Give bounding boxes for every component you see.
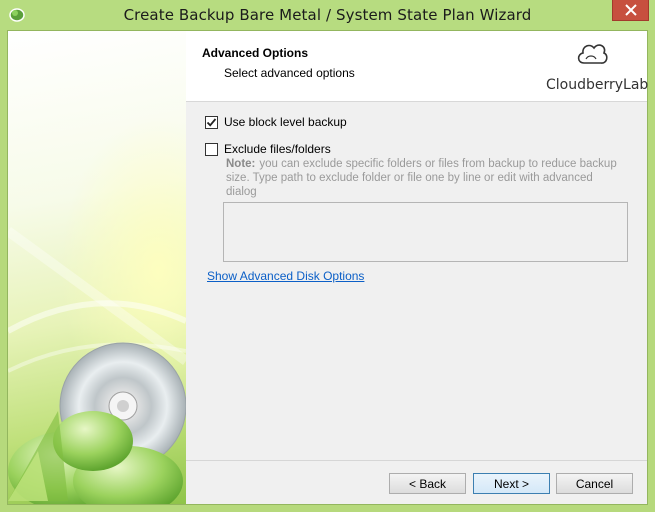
exclude-option[interactable]: Exclude files/folders bbox=[205, 142, 331, 156]
wizard-header: Advanced Options Select advanced options… bbox=[186, 31, 649, 102]
cancel-button[interactable]: Cancel bbox=[556, 473, 633, 494]
back-button[interactable]: < Back bbox=[389, 473, 466, 494]
close-button[interactable] bbox=[612, 0, 649, 21]
disc-and-cloud-illustration bbox=[8, 226, 186, 504]
title-bar: Create Backup Bare Metal / System State … bbox=[0, 0, 655, 30]
exclude-note: Note: you can exclude specific folders or… bbox=[226, 157, 626, 199]
block-level-option[interactable]: Use block level backup bbox=[205, 115, 347, 129]
window-title: Create Backup Bare Metal / System State … bbox=[123, 6, 532, 24]
cloudberry-logo-icon bbox=[574, 39, 610, 69]
page-title: Advanced Options bbox=[202, 46, 309, 60]
note-label: Note: bbox=[226, 158, 256, 170]
close-icon bbox=[624, 4, 637, 16]
note-text: you can exclude specific folders or file… bbox=[226, 158, 617, 198]
block-level-checkbox[interactable] bbox=[205, 115, 218, 129]
checkmark-icon bbox=[206, 117, 217, 127]
side-banner bbox=[8, 31, 186, 504]
exclude-checkbox[interactable] bbox=[205, 142, 218, 156]
exclude-paths-textarea[interactable] bbox=[223, 202, 628, 262]
next-button[interactable]: Next > bbox=[473, 473, 550, 494]
footer-divider bbox=[186, 460, 647, 461]
block-level-label: Use block level backup bbox=[224, 115, 347, 129]
wizard-frame: Advanced Options Select advanced options… bbox=[7, 30, 648, 505]
logo-text: CloudberryLab bbox=[546, 77, 649, 93]
show-advanced-disk-options-link[interactable]: Show Advanced Disk Options bbox=[207, 269, 364, 283]
exclude-label: Exclude files/folders bbox=[224, 142, 331, 156]
page-subtitle: Select advanced options bbox=[224, 66, 355, 80]
